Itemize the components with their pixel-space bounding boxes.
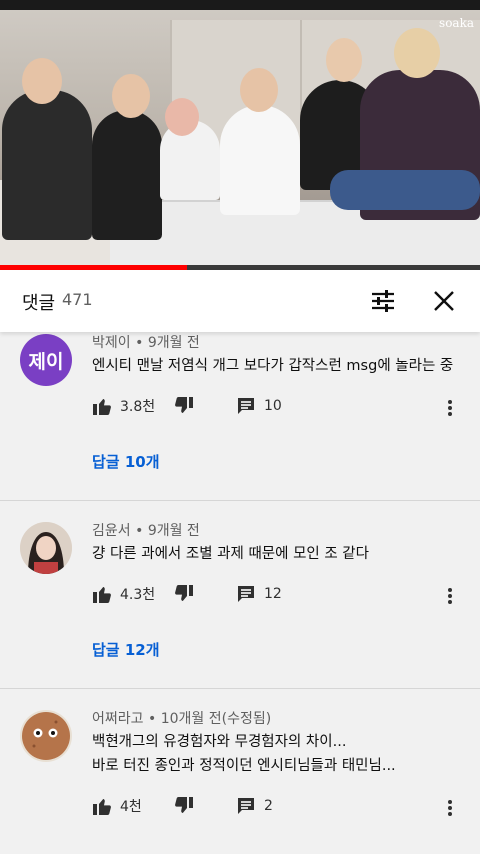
reply-button[interactable]: 2 [236, 796, 273, 816]
comment-meta: 박제이 • 9개월 전 [92, 335, 200, 351]
person-legs [330, 170, 480, 210]
comment-meta: 김윤서 • 9개월 전 [92, 523, 200, 539]
more-options-icon[interactable] [440, 586, 460, 606]
avatar[interactable] [20, 522, 72, 574]
thumbs-down-icon [175, 397, 193, 413]
avatar-text: 제이 [28, 350, 64, 373]
comment-icon [238, 798, 254, 814]
reply-count: 2 [264, 798, 273, 814]
thumbs-down-icon [175, 797, 193, 813]
video-frame [0, 10, 480, 270]
thumbs-up-icon [93, 399, 111, 415]
comment-time: 10개월 전(수정됨) [160, 711, 272, 727]
dislike-button[interactable] [174, 396, 194, 416]
reply-count: 10 [264, 398, 282, 414]
person-head [22, 58, 62, 104]
like-count: 3.8천 [120, 399, 156, 415]
comment-actions: 4천 2 [92, 796, 472, 820]
reply-count: 12 [264, 586, 282, 602]
watermark: soaka [439, 16, 474, 30]
divider [0, 500, 480, 501]
reply-button[interactable]: 10 [236, 396, 282, 416]
comment-item: 김윤서 • 9개월 전 걍 다른 과에서 조별 과제 때문에 모인 조 같다 4… [0, 520, 480, 688]
filter-sliders-icon[interactable] [369, 287, 397, 315]
person-head [326, 38, 362, 82]
person-head [394, 28, 440, 78]
view-replies-link[interactable]: 답글 12개 [92, 639, 160, 660]
comments-header: 댓글 471 [0, 270, 480, 332]
comment-text: 엔시티 맨날 저염식 개그 보다가 갑작스런 msg에 놀라는 중 [92, 358, 454, 374]
person-head [165, 98, 199, 136]
like-count: 4.3천 [120, 587, 156, 603]
comment-item: 제이 박제이 • 9개월 전 엔시티 맨날 저염식 개그 보다가 갑작스런 ms… [0, 332, 480, 500]
more-options-icon[interactable] [440, 798, 460, 818]
person-head [240, 68, 278, 112]
thumbs-up-icon [93, 799, 111, 815]
dislike-button[interactable] [174, 584, 194, 604]
like-button[interactable]: 4천 [92, 796, 142, 816]
view-replies-link[interactable]: 답글 10개 [92, 451, 160, 472]
comment-author[interactable]: 박제이 [92, 335, 131, 351]
like-button[interactable]: 4.3천 [92, 584, 155, 604]
thumbs-up-icon [93, 587, 111, 603]
comment-actions: 4.3천 12 [92, 584, 472, 608]
divider [0, 688, 480, 689]
comment-item: 어쩌라고 • 10개월 전(수정됨) 백현개그의 유경험자와 무경험자의 차이.… [0, 708, 480, 854]
comment-author[interactable]: 어쩌라고 [92, 711, 144, 727]
comment-icon [238, 398, 254, 414]
comments-count: 471 [62, 290, 93, 309]
close-icon[interactable] [430, 287, 458, 315]
comment-time: 9개월 전 [147, 335, 200, 351]
reply-button[interactable]: 12 [236, 584, 282, 604]
comment-actions: 3.8천 10 [92, 396, 472, 420]
like-count: 4천 [120, 799, 142, 815]
person [92, 110, 162, 240]
dislike-button[interactable] [174, 796, 194, 816]
comment-meta: 어쩌라고 • 10개월 전(수정됨) [92, 711, 272, 727]
video-player[interactable]: soaka [0, 0, 480, 270]
person [220, 105, 300, 215]
comment-text-line: 바로 터진 종인과 정적이던 엔시티님들과 태민님... [92, 758, 396, 774]
comments-title: 댓글 [22, 293, 56, 314]
more-options-icon[interactable] [440, 398, 460, 418]
comment-text: 걍 다른 과에서 조별 과제 때문에 모인 조 같다 [92, 546, 369, 562]
comment-time: 9개월 전 [147, 523, 200, 539]
comment-author[interactable]: 김윤서 [92, 523, 131, 539]
avatar[interactable]: 제이 [20, 334, 72, 386]
avatar[interactable] [20, 710, 72, 762]
comment-icon [238, 586, 254, 602]
like-button[interactable]: 3.8천 [92, 396, 155, 416]
person [2, 90, 92, 240]
comment-text-line: 백현개그의 유경험자와 무경험자의 차이... [92, 734, 347, 750]
person-head [112, 74, 150, 118]
thumbs-down-icon [175, 585, 193, 601]
